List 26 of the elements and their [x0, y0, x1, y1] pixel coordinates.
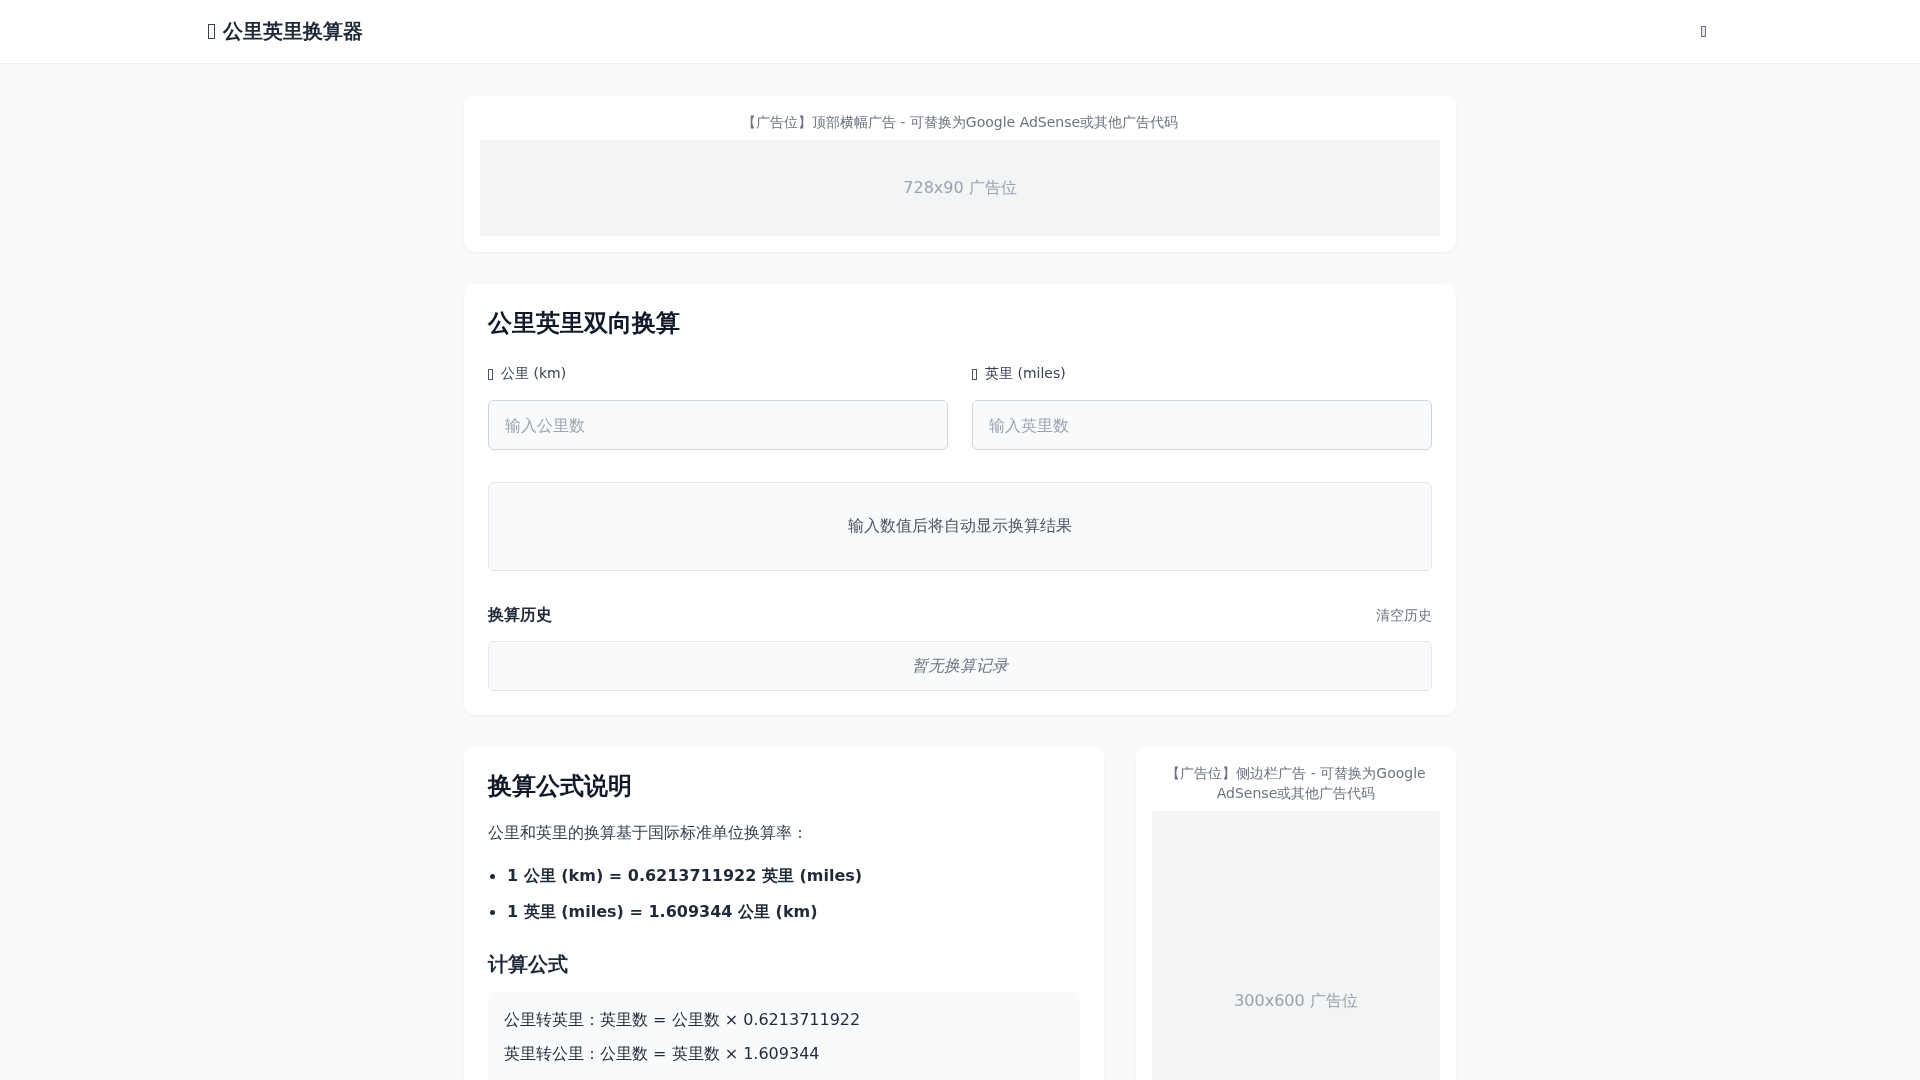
formula-line: 公里转英里：英里数 = 公里数 × 0.6213711922	[504, 1010, 862, 1031]
ad-slot: 728x90 广告位	[480, 140, 1440, 236]
site-title[interactable]: 公里英里换算器	[223, 18, 363, 45]
bullet-icon	[490, 874, 495, 879]
bullet-icon	[490, 910, 495, 915]
glyph-box-icon	[208, 24, 215, 39]
field-label: 公里 (km)	[501, 365, 567, 383]
rate-text: 1 公里 (km) = 0.6213711922 英里 (miles)	[507, 866, 863, 887]
result-panel: 输入数值后将自动显示换算结果	[488, 482, 1432, 571]
card-title: 公里英里双向换算	[488, 308, 681, 338]
section-title: 计算公式	[488, 951, 569, 978]
rate-text: 1 英里 (miles) = 1.609344 公里 (km)	[507, 902, 818, 923]
glyph-box-icon	[488, 368, 493, 380]
clear-history-button[interactable]: 清空历史	[1376, 606, 1432, 625]
ad-caption: 【广告位】顶部横幅广告 - 可替换为Google AdSense或其他广告代码	[740, 113, 1180, 132]
ad-caption: 【广告位】侧边栏广告 - 可替换为Google AdSense或其他广告代码	[1165, 764, 1427, 803]
history-title: 换算历史	[488, 605, 552, 626]
field-label: 英里 (miles)	[985, 365, 1066, 383]
glyph-box-icon	[972, 368, 977, 380]
input-field[interactable]: 输入公里数	[488, 400, 948, 450]
card-title: 换算公式说明	[488, 771, 633, 801]
input-field[interactable]: 输入英里数	[972, 400, 1432, 450]
intro-text: 公里和英里的换算基于国际标准单位换算率：	[488, 823, 809, 844]
ad-slot: 300x600 广告位	[1152, 811, 1440, 1080]
formula-line: 英里转公里：公里数 = 英里数 × 1.609344	[504, 1044, 821, 1065]
history-empty-panel: 暂无换算记录	[488, 641, 1432, 691]
